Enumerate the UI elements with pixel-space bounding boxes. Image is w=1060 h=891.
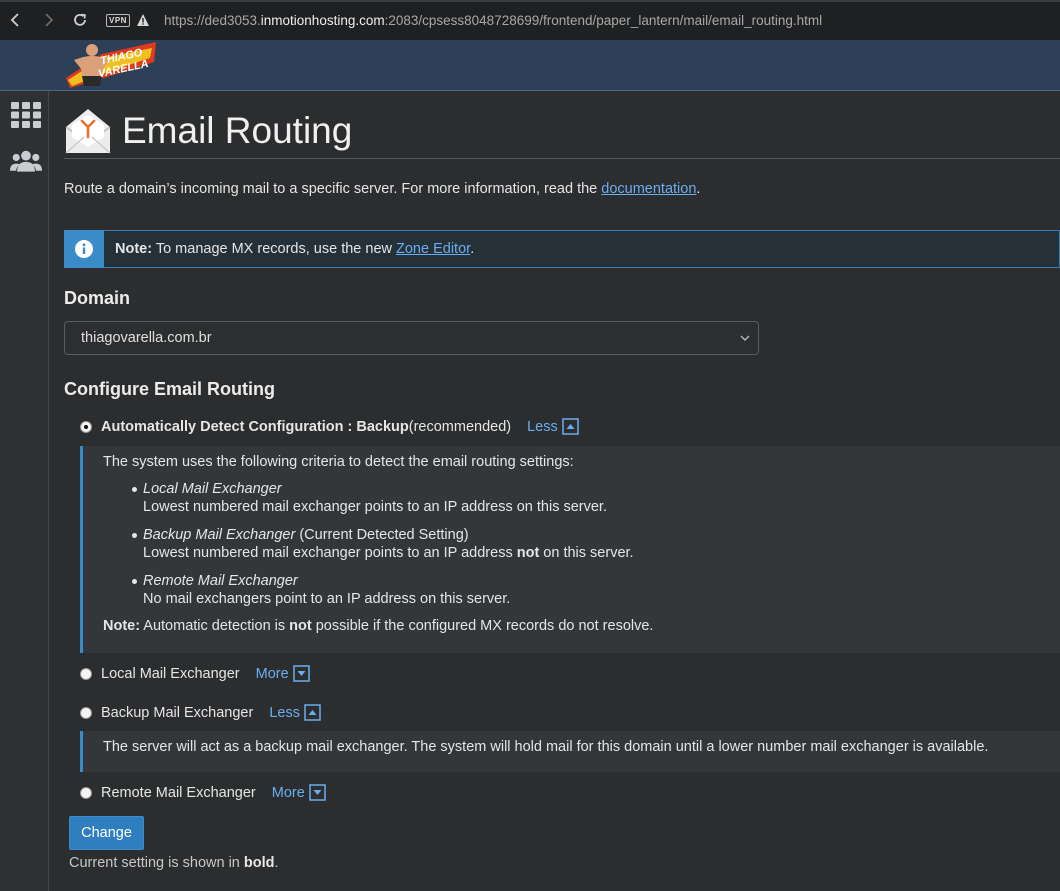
auto-less-toggle[interactable]: Less	[527, 418, 579, 435]
zone-editor-link[interactable]: Zone Editor	[396, 241, 470, 257]
tab-strip-edge	[0, 0, 1060, 2]
url-host: inmotionhosting.com	[260, 12, 385, 28]
criteria-title-suffix: (Current Detected Setting)	[295, 527, 469, 543]
left-sidebar	[0, 91, 49, 891]
collapse-icon	[304, 704, 321, 721]
remote-more-toggle[interactable]: More	[272, 784, 326, 801]
note-end: .	[470, 241, 475, 257]
note-label: Note:	[115, 241, 153, 257]
current-setting-note: Current setting is shown in bold.	[69, 855, 279, 871]
expand-icon	[309, 784, 326, 801]
auto-toggle-label: Less	[527, 418, 558, 435]
page-header: Email Routing	[64, 103, 1060, 159]
change-button[interactable]: Change	[69, 816, 144, 850]
info-callout: Note: To manage MX records, use the new …	[64, 230, 1060, 268]
auto-note-a: Automatic detection is	[140, 618, 290, 634]
local-toggle-label: More	[255, 665, 289, 682]
warning-icon[interactable]	[136, 13, 150, 27]
auto-note-bold: not	[289, 618, 312, 634]
radio-local[interactable]	[80, 667, 92, 680]
documentation-link[interactable]: documentation	[601, 181, 696, 197]
criteria-item: Remote Mail Exchanger No mail exchangers…	[103, 572, 1060, 608]
criteria-desc: Lowest numbered mail exchanger points to…	[143, 545, 517, 561]
expand-icon	[292, 665, 310, 682]
configure-routing-label: Configure Email Routing	[64, 379, 275, 399]
criteria-title: Local Mail Exchanger	[143, 481, 282, 497]
radio-remote[interactable]	[80, 786, 92, 799]
option-backup-row: Backup Mail Exchanger Less	[80, 704, 321, 721]
criteria-desc: Lowest numbered mail exchanger points to…	[143, 499, 607, 515]
criteria-desc: No mail exchangers point to an IP addres…	[143, 591, 511, 607]
reload-icon[interactable]	[64, 4, 96, 36]
cpanel-header: THIAGO VARELLA	[0, 40, 1060, 91]
email-routing-icon	[65, 108, 111, 154]
domain-select[interactable]: thiagovarella.com.br	[64, 321, 759, 355]
criteria-title: Remote Mail Exchanger	[143, 573, 298, 589]
info-icon	[64, 230, 104, 268]
page-title: Email Routing	[122, 109, 353, 151]
option-remote-label[interactable]: Remote Mail Exchanger	[101, 785, 256, 801]
intro-body: Route a domain’s incoming mail to a spec…	[64, 181, 602, 197]
intro-text: Route a domain’s incoming mail to a spec…	[64, 181, 700, 197]
users-icon[interactable]	[10, 147, 42, 175]
vpn-badge[interactable]: VPN	[106, 13, 130, 27]
domain-selected-value: thiagovarella.com.br	[81, 330, 212, 346]
auto-note-label: Note:	[103, 618, 141, 634]
collapse-icon	[562, 418, 579, 435]
backup-panel-text: The server will act as a backup mail exc…	[103, 739, 989, 755]
auto-note-b: possible if the configured MX records do…	[311, 618, 654, 634]
footer-end: .	[274, 855, 279, 871]
backup-panel: The server will act as a backup mail exc…	[80, 731, 1060, 772]
url-prefix: https://ded3053.	[163, 12, 261, 28]
radio-auto[interactable]	[80, 420, 92, 433]
chevron-down-icon	[740, 335, 750, 341]
back-icon[interactable]	[0, 4, 32, 36]
forward-icon[interactable]	[32, 4, 64, 36]
apps-grid-icon[interactable]	[10, 101, 42, 129]
auto-detect-panel: The system uses the following criteria t…	[80, 446, 1060, 653]
option-local-label[interactable]: Local Mail Exchanger	[101, 666, 240, 682]
domain-label: Domain	[64, 288, 131, 308]
option-auto-label[interactable]: Automatically Detect Configuration : Bac…	[101, 419, 409, 435]
backup-toggle-label: Less	[269, 704, 300, 721]
address-bar[interactable]: https://ded3053.inmotionhosting.com:2083…	[164, 13, 822, 28]
url-path: :2083/cpsess8048728699/frontend/paper_la…	[384, 12, 823, 28]
option-remote-row: Remote Mail Exchanger More	[80, 784, 326, 801]
criteria-item: Local Mail Exchanger Lowest numbered mai…	[103, 480, 1060, 516]
footer-bold: bold	[243, 855, 275, 871]
criteria-item: Backup Mail Exchanger (Current Detected …	[103, 526, 1060, 562]
note-body: To manage MX records, use the new	[152, 241, 397, 257]
local-more-toggle[interactable]: More	[256, 665, 310, 682]
option-auto-row: Automatically Detect Configuration : Bac…	[80, 418, 579, 435]
backup-less-toggle[interactable]: Less	[269, 704, 321, 721]
criteria-list: Local Mail Exchanger Lowest numbered mai…	[103, 480, 1060, 608]
intro-end: .	[696, 181, 701, 197]
option-auto-suffix: (recommended)	[408, 418, 512, 435]
criteria-title: Backup Mail Exchanger	[143, 527, 296, 543]
brand-logo[interactable]: THIAGO VARELLA	[62, 40, 158, 90]
radio-backup[interactable]	[80, 706, 92, 719]
option-backup-label[interactable]: Backup Mail Exchanger	[101, 705, 253, 721]
footer-text: Current setting is shown in	[69, 855, 244, 871]
callout-text: Note: To manage MX records, use the new …	[115, 241, 474, 257]
criteria-desc-end: on this server.	[539, 545, 634, 561]
option-local-row: Local Mail Exchanger More	[80, 665, 310, 682]
auto-panel-intro: The system uses the following criteria t…	[103, 454, 574, 470]
browser-toolbar: VPN https://ded3053.inmotionhosting.com:…	[0, 0, 1060, 40]
remote-toggle-label: More	[271, 784, 305, 801]
criteria-desc-bold: not	[516, 545, 540, 561]
auto-panel-note: Note: Automatic detection is not possibl…	[103, 618, 1060, 634]
